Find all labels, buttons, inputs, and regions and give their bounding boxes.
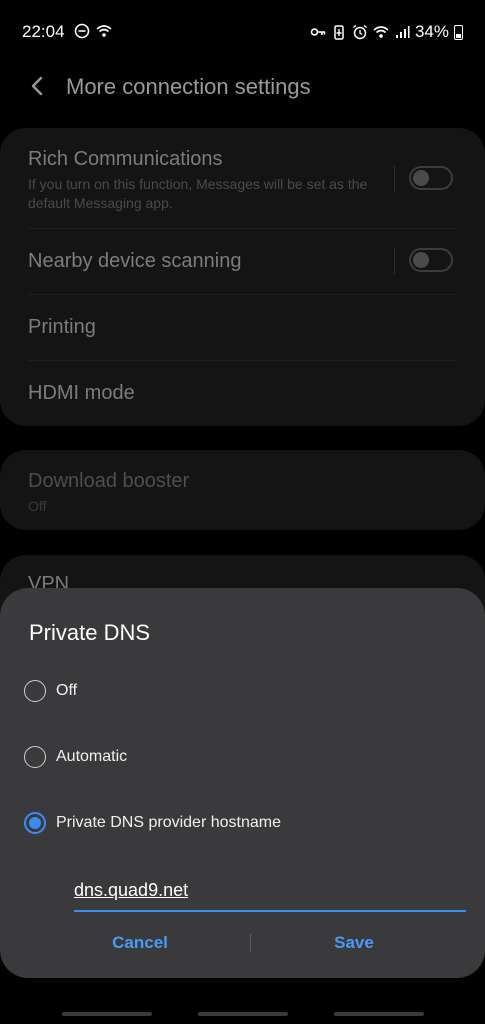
setting-download-booster[interactable]: Download booster Off <box>28 470 457 516</box>
status-right-icons: 34% <box>310 22 463 42</box>
radio-off[interactable] <box>24 680 46 702</box>
setting-rich-communications[interactable]: Rich Communications If you turn on this … <box>28 148 457 213</box>
option-provider-hostname[interactable]: Private DNS provider hostname <box>24 800 461 846</box>
toggle-separator <box>394 166 395 192</box>
divider <box>28 228 457 229</box>
wifi-calling-icon <box>96 25 112 37</box>
setting-title: HDMI mode <box>28 382 135 404</box>
battery-icon <box>454 24 463 40</box>
option-automatic[interactable]: Automatic <box>24 734 461 780</box>
save-button[interactable]: Save <box>254 926 454 960</box>
do-not-disturb-icon <box>74 23 90 39</box>
status-time: 22:04 <box>22 22 65 41</box>
setting-title: Rich Communications <box>28 148 223 170</box>
settings-card-download-booster: Download booster Off <box>0 450 485 530</box>
status-left-icons <box>74 23 112 39</box>
option-label: Private DNS provider hostname <box>56 814 281 831</box>
divider <box>28 360 457 361</box>
private-dns-dialog: Private DNS Off Automatic Private DNS pr… <box>0 588 485 978</box>
option-off[interactable]: Off <box>24 668 461 714</box>
setting-subtitle: If you turn on this function, Messages w… <box>28 176 368 211</box>
page-title: More connection settings <box>66 74 311 99</box>
toggle-separator <box>394 248 395 274</box>
key-icon <box>310 28 326 36</box>
back-arrow-icon[interactable] <box>26 74 50 98</box>
alarm-icon <box>353 24 367 40</box>
navigation-bar <box>0 1012 485 1018</box>
setting-title: Download booster <box>28 470 190 492</box>
cancel-button[interactable]: Cancel <box>40 926 240 960</box>
setting-title: Nearby device scanning <box>28 250 242 272</box>
divider <box>28 294 457 295</box>
option-label: Automatic <box>56 748 128 765</box>
nav-home-hint[interactable] <box>198 1012 288 1016</box>
button-separator <box>250 934 251 952</box>
setting-value: Off <box>28 498 47 514</box>
toggle-knob <box>413 252 429 268</box>
app-header: More connection settings <box>0 64 485 110</box>
battery-percent: 34% <box>414 22 449 41</box>
dialog-title: Private DNS <box>29 620 151 645</box>
nav-recents-hint[interactable] <box>62 1012 152 1016</box>
hostname-input[interactable] <box>74 870 466 912</box>
setting-title: Printing <box>28 316 96 338</box>
rich-communications-toggle[interactable] <box>409 166 453 190</box>
signal-icon <box>395 26 410 38</box>
radio-provider-hostname[interactable] <box>24 812 46 834</box>
battery-saver-icon <box>334 25 344 40</box>
option-label: Off <box>56 682 78 699</box>
radio-automatic[interactable] <box>24 746 46 768</box>
settings-card-connections: Rich Communications If you turn on this … <box>0 128 485 426</box>
status-bar: 22:04 34% <box>0 0 485 64</box>
toggle-knob <box>413 170 429 186</box>
setting-hdmi-mode[interactable]: HDMI mode <box>28 382 457 405</box>
nav-back-hint[interactable] <box>334 1012 424 1016</box>
setting-printing[interactable]: Printing <box>28 316 457 339</box>
wifi-icon <box>373 26 389 38</box>
nearby-scanning-toggle[interactable] <box>409 248 453 272</box>
setting-nearby-scanning[interactable]: Nearby device scanning <box>28 250 457 273</box>
